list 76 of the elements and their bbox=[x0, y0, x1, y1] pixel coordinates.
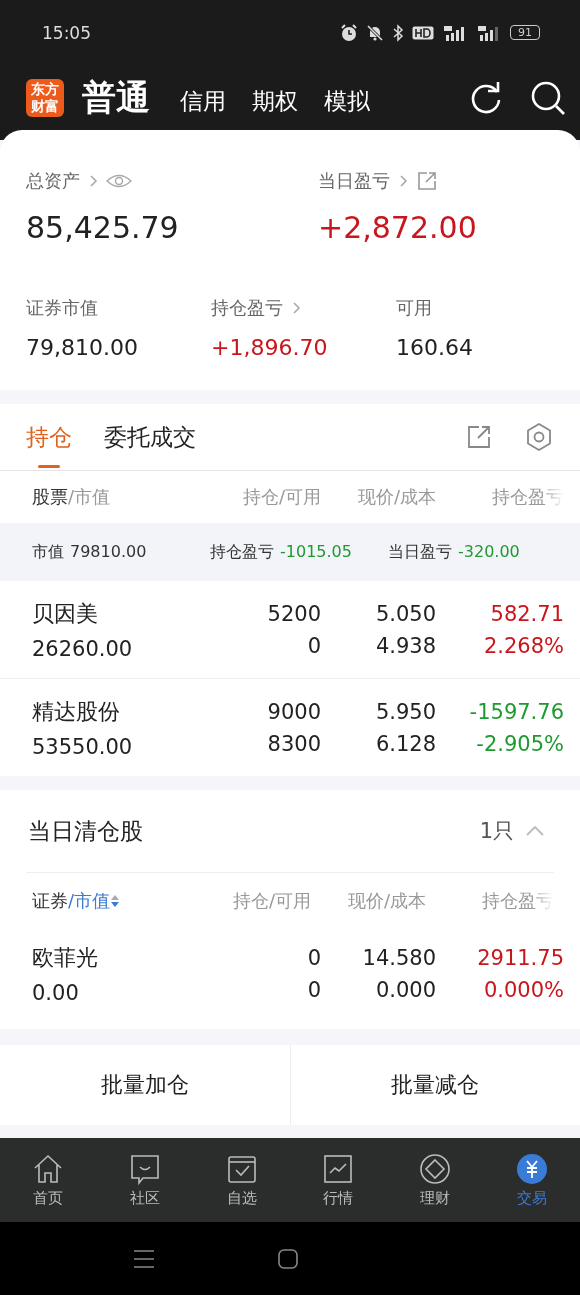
stock-name[interactable]: 精达股份 bbox=[32, 696, 120, 727]
stock-name[interactable]: 贝因美 bbox=[32, 598, 98, 629]
market-value: 53550.00 bbox=[32, 734, 133, 759]
summary-value: 79810.00 bbox=[70, 541, 147, 563]
daily-pnl-value: +2,872.00 bbox=[318, 210, 478, 245]
yen-icon bbox=[515, 1152, 548, 1185]
section-title: 当日清仓股 bbox=[28, 816, 143, 846]
chevron-icon bbox=[88, 174, 98, 188]
metric-value: 79,810.00 bbox=[26, 335, 139, 360]
stock-count: 1只 bbox=[479, 818, 514, 845]
position-cell: 9000 bbox=[267, 699, 321, 724]
available-cell: 0 bbox=[307, 978, 321, 1002]
stock-name[interactable]: 欧菲光 bbox=[32, 943, 98, 973]
position-tab[interactable]: 持仓 bbox=[26, 404, 72, 470]
column-header[interactable]: /市值 bbox=[68, 889, 111, 913]
pnl-cell: 2911.75 bbox=[477, 946, 564, 970]
summary-label: 当日盈亏 bbox=[388, 541, 452, 563]
position-tab[interactable]: 委托成交 bbox=[104, 404, 196, 470]
nav-item[interactable]: 自选 bbox=[193, 1138, 290, 1222]
pnl-cell: 582.71 bbox=[490, 601, 564, 626]
settings-icon bbox=[524, 422, 554, 452]
column-header[interactable]: 证券 bbox=[32, 889, 68, 913]
available-cell: 8300 bbox=[267, 731, 321, 756]
nav-item[interactable]: 社区 bbox=[96, 1138, 194, 1222]
share-icon bbox=[416, 170, 438, 192]
account-tab[interactable]: 模拟 bbox=[324, 78, 370, 117]
column-header[interactable]: 股票 bbox=[32, 485, 68, 509]
metric-value: +1,896.70 bbox=[211, 335, 329, 360]
market-value: 0.00 bbox=[32, 981, 79, 1005]
chart-icon bbox=[322, 1152, 355, 1185]
account-tab[interactable]: 期权 bbox=[252, 78, 298, 117]
total-assets-value: 85,425.79 bbox=[26, 210, 180, 245]
position-cell: 0 bbox=[307, 946, 321, 970]
battery-indicator: 91 bbox=[510, 25, 540, 40]
nav-item[interactable]: 首页 bbox=[0, 1138, 97, 1222]
summary-label: 持仓盈亏 bbox=[210, 541, 274, 563]
summary-value: -1015.05 bbox=[280, 541, 352, 563]
menu-icon bbox=[133, 1248, 155, 1269]
clock-time: 15:05 bbox=[42, 22, 91, 43]
position-cell: 5200 bbox=[267, 601, 321, 626]
nav-item[interactable]: 理财 bbox=[386, 1138, 484, 1222]
pnl-percent-cell: 0.000% bbox=[483, 978, 564, 1002]
metric-label: 可用 bbox=[396, 296, 432, 320]
metric-label[interactable]: 持仓盈亏 bbox=[211, 296, 283, 320]
total-assets-label[interactable]: 总资产 bbox=[26, 169, 80, 193]
chat-icon bbox=[129, 1152, 161, 1185]
summary-label: 市值 bbox=[32, 541, 64, 563]
collapse-icon[interactable] bbox=[526, 825, 544, 837]
alarm-icon bbox=[340, 23, 358, 42]
hd-icon bbox=[412, 24, 434, 41]
pnl-percent-cell: 2.268% bbox=[483, 633, 564, 658]
price-cell: 5.950 bbox=[375, 699, 436, 724]
chevron-icon bbox=[291, 301, 301, 315]
daily-pnl-label[interactable]: 当日盈亏 bbox=[318, 169, 390, 193]
muted-bell-icon bbox=[366, 23, 384, 42]
eye-icon bbox=[106, 172, 132, 190]
share-icon bbox=[466, 424, 492, 450]
bluetooth-icon bbox=[392, 23, 404, 42]
account-tab[interactable]: 信用 bbox=[180, 78, 226, 117]
price-cell: 14.580 bbox=[362, 946, 436, 970]
metric-value: 160.64 bbox=[396, 335, 474, 360]
price-cell: 5.050 bbox=[375, 601, 436, 626]
metric-label: 证券市值 bbox=[26, 296, 98, 320]
cost-cell: 0.000 bbox=[375, 978, 436, 1002]
cost-cell: 6.128 bbox=[375, 731, 436, 756]
nav-item[interactable]: 行情 bbox=[290, 1138, 387, 1222]
chevron-icon bbox=[398, 174, 408, 188]
account-tab[interactable]: 普通 bbox=[82, 74, 150, 121]
home-button-icon bbox=[277, 1247, 299, 1270]
market-value: 26260.00 bbox=[32, 636, 133, 661]
pnl-percent-cell: -2.905% bbox=[476, 731, 564, 756]
summary-value: -320.00 bbox=[458, 541, 520, 563]
available-cell: 0 bbox=[307, 633, 321, 658]
search-icon bbox=[530, 79, 566, 116]
pnl-cell: -1597.76 bbox=[469, 699, 564, 724]
cost-cell: 4.938 bbox=[375, 633, 436, 658]
